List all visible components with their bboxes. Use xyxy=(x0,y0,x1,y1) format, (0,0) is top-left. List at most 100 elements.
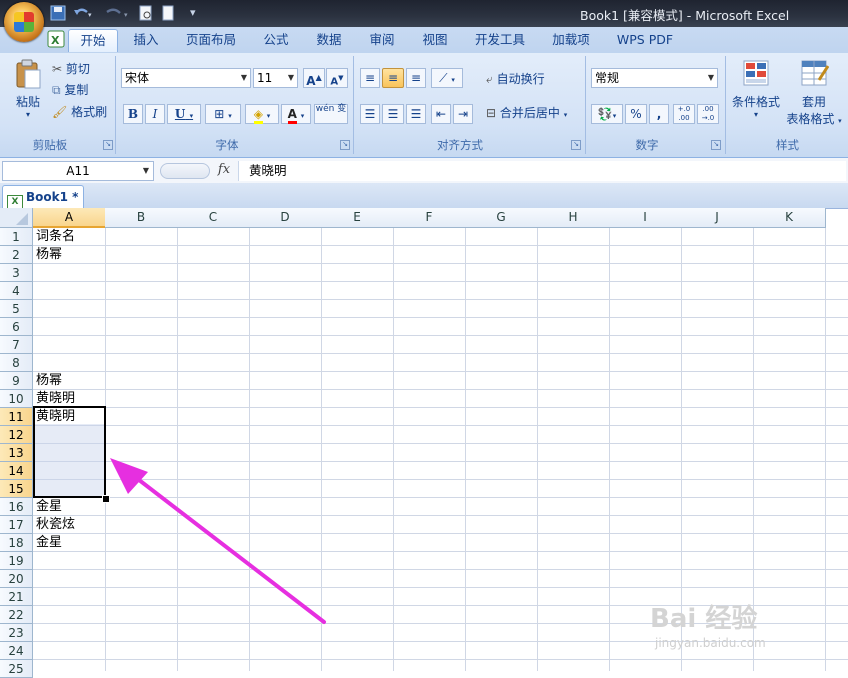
bold-button[interactable]: B xyxy=(123,104,143,124)
align-middle-button[interactable]: ≡ xyxy=(382,68,404,88)
accounting-format-button[interactable]: 💱▾ xyxy=(591,104,623,124)
row-header-17[interactable]: 17 xyxy=(0,516,33,534)
number-launcher-icon[interactable]: ↘ xyxy=(711,140,721,150)
italic-button[interactable]: I xyxy=(145,104,165,124)
row-header-25[interactable]: 25 xyxy=(0,660,33,678)
column-header-f[interactable]: F xyxy=(393,208,466,228)
insert-function-button[interactable]: fx xyxy=(214,160,234,180)
copy-button[interactable]: ⧉ 复制 xyxy=(52,81,88,99)
font-launcher-icon[interactable]: ↘ xyxy=(340,140,350,150)
column-header-b[interactable]: B xyxy=(105,208,178,228)
cell-a11[interactable]: 黄晓明 xyxy=(36,408,104,426)
font-size-select[interactable]: 11 ▼ xyxy=(253,68,298,88)
row-header-12[interactable]: 12 xyxy=(0,426,33,444)
row-header-6[interactable]: 6 xyxy=(0,318,33,336)
column-header-d[interactable]: D xyxy=(249,208,322,228)
column-header-j[interactable]: J xyxy=(681,208,754,228)
row-header-9[interactable]: 9 xyxy=(0,372,33,390)
row-header-7[interactable]: 7 xyxy=(0,336,33,354)
row-header-21[interactable]: 21 xyxy=(0,588,33,606)
column-header-k[interactable]: K xyxy=(753,208,826,228)
clipboard-launcher-icon[interactable]: ↘ xyxy=(103,140,113,150)
row-header-8[interactable]: 8 xyxy=(0,354,33,372)
row-header-1[interactable]: 1 xyxy=(0,228,33,246)
redo-icon[interactable]: ▾ xyxy=(104,5,134,21)
decrease-decimal-button[interactable]: .00 →.0 xyxy=(697,104,719,124)
column-header-i[interactable]: I xyxy=(609,208,682,228)
cut-button[interactable]: ✂ 剪切 xyxy=(52,60,90,78)
formula-bar-splitter[interactable] xyxy=(160,163,210,179)
row-header-14[interactable]: 14 xyxy=(0,462,33,480)
borders-button[interactable]: ⊞ ▾ xyxy=(205,104,241,124)
row-header-19[interactable]: 19 xyxy=(0,552,33,570)
tab-home[interactable]: 开始 xyxy=(68,29,118,52)
phonetic-guide-button[interactable]: wén 变 xyxy=(314,104,348,124)
conditional-format-button[interactable]: 条件格式 ▾ xyxy=(730,58,782,136)
row-header-4[interactable]: 4 xyxy=(0,282,33,300)
row-header-22[interactable]: 22 xyxy=(0,606,33,624)
row-header-13[interactable]: 13 xyxy=(0,444,33,462)
format-painter-button[interactable]: 🖌 格式刷 xyxy=(52,103,107,121)
font-name-select[interactable]: 宋体 ▼ xyxy=(121,68,251,88)
row-header-10[interactable]: 10 xyxy=(0,390,33,408)
font-color-button[interactable]: A ▾ xyxy=(281,104,311,124)
orientation-button[interactable]: ⟋ ▾ xyxy=(431,68,463,88)
undo-icon[interactable]: ▾ xyxy=(72,5,94,21)
align-right-button[interactable]: ☰ xyxy=(406,104,426,124)
comma-style-button[interactable]: , xyxy=(649,104,669,124)
row-header-23[interactable]: 23 xyxy=(0,624,33,642)
row-header-15[interactable]: 15 xyxy=(0,480,33,498)
row-header-3[interactable]: 3 xyxy=(0,264,33,282)
column-header-e[interactable]: E xyxy=(321,208,394,228)
column-header-h[interactable]: H xyxy=(537,208,610,228)
row-header-11[interactable]: 11 xyxy=(0,408,33,426)
tab-page-layout[interactable]: 页面布局 xyxy=(178,29,244,51)
grow-font-button[interactable]: A▲ xyxy=(303,68,325,88)
tab-developer[interactable]: 开发工具 xyxy=(466,29,534,51)
decrease-indent-button[interactable]: ⇤ xyxy=(431,104,451,124)
select-all-corner[interactable] xyxy=(0,208,33,228)
column-header-a[interactable]: A xyxy=(33,208,106,228)
underline-button[interactable]: U ▾ xyxy=(167,104,201,124)
tab-review[interactable]: 审阅 xyxy=(360,29,404,51)
workbook-tab[interactable]: X Book1 * xyxy=(2,185,84,211)
align-bottom-button[interactable]: ≡ xyxy=(406,68,426,88)
tab-formulas[interactable]: 公式 xyxy=(255,29,297,51)
row-header-20[interactable]: 20 xyxy=(0,570,33,588)
customize-qat-icon[interactable]: ▾ xyxy=(190,5,196,21)
new-document-icon[interactable] xyxy=(160,5,176,21)
office-button[interactable] xyxy=(4,2,44,42)
column-header-c[interactable]: C xyxy=(177,208,250,228)
cell-a9[interactable]: 杨幂 xyxy=(36,372,104,390)
tab-insert[interactable]: 插入 xyxy=(124,29,168,51)
align-left-button[interactable]: ☰ xyxy=(360,104,380,124)
format-as-table-button[interactable]: 套用 表格格式 ▾ xyxy=(786,58,842,136)
name-box[interactable]: A11 ▼ xyxy=(2,161,154,181)
print-preview-icon[interactable] xyxy=(138,5,154,21)
column-header-g[interactable]: G xyxy=(465,208,538,228)
cell-a17[interactable]: 秋瓷炫 xyxy=(36,516,104,534)
increase-indent-button[interactable]: ⇥ xyxy=(453,104,473,124)
cell-a1[interactable]: 词条名 xyxy=(36,228,104,246)
percent-style-button[interactable]: % xyxy=(625,104,647,124)
cell-a18[interactable]: 金星 xyxy=(36,534,104,552)
increase-decimal-button[interactable]: +.0 .00 xyxy=(673,104,695,124)
wrap-text-button[interactable]: ⤶ 自动换行 xyxy=(486,70,545,88)
cell-a10[interactable]: 黄晓明 xyxy=(36,390,104,408)
tab-view[interactable]: 视图 xyxy=(413,29,457,51)
formula-input[interactable]: 黄晓明 xyxy=(238,161,846,181)
align-center-button[interactable]: ☰ xyxy=(382,104,404,124)
row-header-24[interactable]: 24 xyxy=(0,642,33,660)
paste-button[interactable]: 粘贴 ▾ xyxy=(10,58,46,130)
row-header-2[interactable]: 2 xyxy=(0,246,33,264)
row-header-16[interactable]: 16 xyxy=(0,498,33,516)
tab-add-ins[interactable]: 加载项 xyxy=(543,29,599,51)
cell-a2[interactable]: 杨幂 xyxy=(36,246,104,264)
tab-wps-pdf[interactable]: WPS PDF xyxy=(608,29,682,51)
save-icon[interactable] xyxy=(50,5,66,21)
tab-data[interactable]: 数据 xyxy=(307,29,351,51)
row-header-5[interactable]: 5 xyxy=(0,300,33,318)
number-format-select[interactable]: 常规 ▼ xyxy=(591,68,718,88)
merge-center-button[interactable]: ⊟ 合并后居中 ▾ xyxy=(486,104,567,122)
align-top-button[interactable]: ≡ xyxy=(360,68,380,88)
